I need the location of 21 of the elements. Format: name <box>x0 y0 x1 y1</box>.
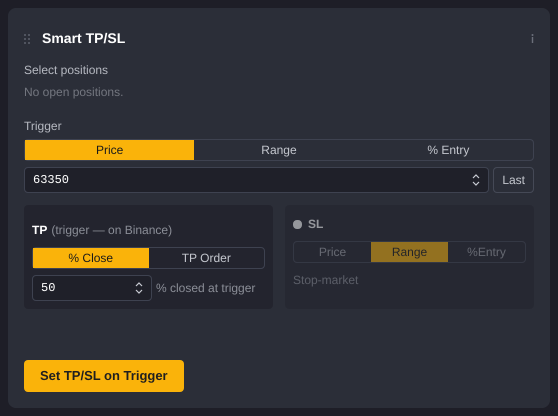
tp-mode-tab[interactable]: TP Order <box>148 248 264 268</box>
section-label: Select positions <box>24 62 110 79</box>
trigger-tab[interactable]: % Entry <box>364 140 533 160</box>
section-label: Trigger <box>24 118 63 135</box>
drag-handle-icon[interactable] <box>24 34 30 44</box>
tp-label: TP <box>32 222 48 239</box>
percent-input[interactable]: 50 <box>32 275 152 301</box>
stepper-icon[interactable] <box>472 173 480 187</box>
trigger-tab[interactable]: Range <box>194 140 364 160</box>
panel-title: Smart TP/SL <box>42 29 126 48</box>
percent-suffix: % closed at trigger <box>156 280 256 297</box>
stepper-icon[interactable] <box>135 281 143 295</box>
sl-label: SL <box>308 216 324 233</box>
price-input[interactable]: 63350 <box>24 167 490 193</box>
tp-note: (trigger — on Binance) <box>51 222 172 239</box>
empty-message: No open positions. <box>24 84 124 101</box>
info-icon[interactable] <box>531 34 534 43</box>
trigger-tab[interactable]: Price <box>25 140 194 160</box>
last-price-button[interactable]: Last <box>493 167 534 193</box>
submit-button[interactable]: Set TP/SL on Trigger <box>24 360 184 392</box>
tp-mode-tab[interactable]: % Close <box>33 248 148 268</box>
